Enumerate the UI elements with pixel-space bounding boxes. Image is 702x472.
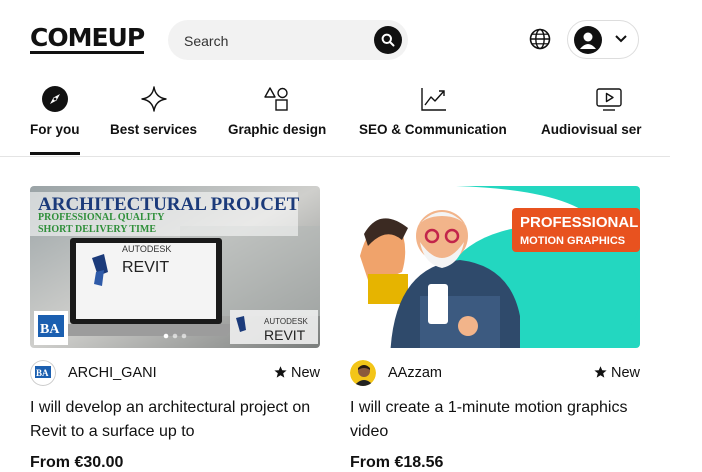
thumb-brand-name: REVIT [122, 259, 169, 276]
sparkle-icon [141, 86, 167, 112]
tab-best-services[interactable]: Best services [110, 80, 200, 156]
tab-label: Best services [110, 122, 198, 137]
compass-icon [42, 86, 68, 112]
tab-label: Audiovisual ser [541, 122, 642, 137]
seller-row[interactable]: BA ARCHI_GANI New [30, 360, 320, 386]
star-icon [594, 366, 607, 378]
tab-for-you[interactable]: For you [30, 80, 84, 156]
thumb-line1: PROFESSIONAL [520, 214, 638, 231]
user-avatar-icon [574, 26, 602, 54]
play-icon [596, 88, 622, 111]
search-button[interactable] [374, 26, 402, 54]
seller-name[interactable]: AAzzam [388, 365, 442, 381]
badge-label: New [610, 365, 640, 381]
service-price: From €18.56 [350, 454, 444, 471]
badge-label: New [290, 365, 320, 381]
globe-icon[interactable] [529, 28, 551, 50]
active-tab-indicator [30, 152, 80, 155]
svg-text:REVIT: REVIT [264, 327, 306, 343]
service-title[interactable]: I will create a 1-minute motion graphics… [350, 396, 640, 444]
svg-text:AUTODESK: AUTODESK [264, 317, 309, 326]
tab-audiovisual[interactable]: Audiovisual ser [541, 80, 670, 156]
thumb-line2: SHORT DELIVERY TIME [38, 224, 156, 235]
star-icon [274, 366, 287, 378]
svg-text:BA: BA [36, 368, 49, 378]
chart-icon [421, 88, 446, 111]
shapes-icon [264, 87, 288, 111]
new-badge: New [594, 365, 640, 381]
top-header: COMEUP [0, 0, 702, 80]
service-thumbnail[interactable]: PROFESSIONAL MOTION GRAPHICS [350, 186, 640, 348]
search-icon [381, 33, 395, 47]
thumb-line1: PROFESSIONAL QUALITY [38, 212, 165, 223]
thumb-brand-top: AUTODESK [122, 244, 171, 254]
thumb-line2: MOTION GRAPHICS [520, 235, 625, 247]
user-menu-button[interactable] [567, 20, 639, 59]
tab-label: For you [30, 122, 80, 137]
new-badge: New [274, 365, 320, 381]
search-input[interactable] [182, 30, 376, 52]
service-thumbnail[interactable]: ARCHITECTURAL PROJCET PROFESSIONAL QUALI… [30, 186, 320, 348]
search-bar[interactable] [168, 20, 408, 60]
seller-row[interactable]: AAzzam New [350, 360, 640, 386]
seller-name[interactable]: ARCHI_GANI [68, 365, 157, 381]
tab-label: Graphic design [228, 122, 327, 137]
tab-label: SEO & Communication [359, 122, 507, 137]
category-tabs: For you Best services Graphic design SEO… [0, 80, 670, 157]
chevron-down-icon [615, 35, 627, 43]
comeup-logo[interactable]: COMEUP [30, 25, 145, 54]
tab-seo-communication[interactable]: SEO & Communication [359, 80, 513, 156]
service-title[interactable]: I will develop an architectural project … [30, 396, 320, 444]
svg-text:BA: BA [40, 322, 60, 337]
seller-avatar[interactable] [350, 360, 376, 386]
seller-avatar[interactable]: BA [30, 360, 56, 386]
tab-graphic-design[interactable]: Graphic design [228, 80, 330, 156]
service-price: From €30.00 [30, 454, 124, 471]
